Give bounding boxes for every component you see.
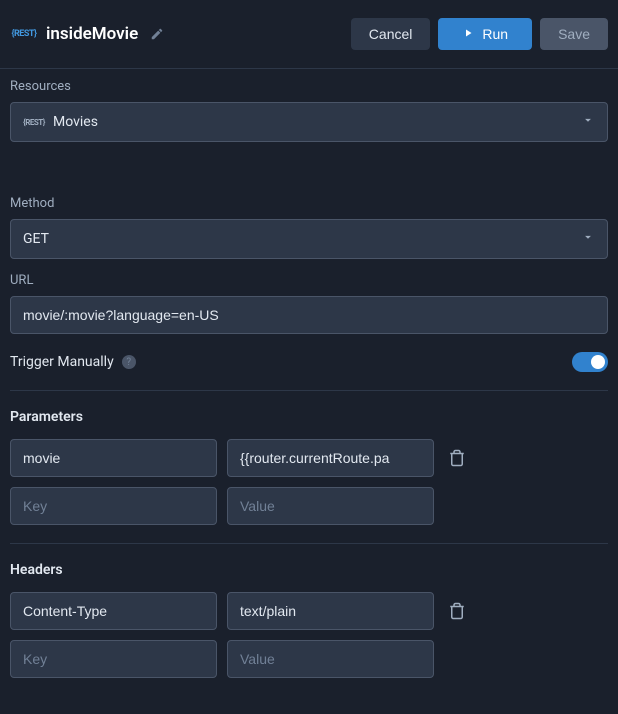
header-bar: {REST} insideMovie Cancel Run Save [0, 0, 618, 69]
header-actions: Cancel Run Save [351, 18, 608, 50]
help-icon[interactable]: ? [122, 355, 136, 369]
resources-selected-text: Movies [53, 114, 98, 130]
method-select[interactable]: GET [10, 219, 608, 259]
run-button[interactable]: Run [438, 18, 532, 50]
trigger-label: Trigger Manually [10, 354, 114, 370]
headers-title: Headers [10, 562, 608, 578]
save-button[interactable]: Save [540, 18, 608, 50]
header-value-input[interactable] [227, 592, 434, 630]
url-label: URL [10, 273, 608, 288]
trigger-row: Trigger Manually ? [10, 352, 608, 372]
parameters-title: Parameters [10, 409, 608, 425]
resources-select-value: {REST} Movies [23, 114, 98, 130]
divider [10, 543, 608, 544]
url-input[interactable] [10, 296, 608, 334]
method-selected-text: GET [23, 231, 49, 247]
url-field: URL [10, 273, 608, 334]
header-key-input[interactable] [10, 640, 217, 678]
cancel-button[interactable]: Cancel [351, 18, 431, 50]
trigger-toggle[interactable] [572, 352, 608, 372]
header-value-input[interactable] [227, 640, 434, 678]
resources-select[interactable]: {REST} Movies [10, 102, 608, 142]
run-label: Run [482, 26, 508, 42]
header-row-empty [10, 640, 608, 678]
method-label: Method [10, 196, 608, 211]
parameter-key-input[interactable] [10, 439, 217, 477]
resources-label: Resources [10, 79, 608, 94]
chevron-down-icon [581, 113, 595, 131]
rest-api-icon: {REST} [23, 114, 45, 130]
resources-field: Resources {REST} Movies [10, 79, 608, 142]
rest-api-icon: {REST} [10, 22, 38, 46]
delete-icon[interactable] [444, 445, 470, 471]
trigger-label-group: Trigger Manually ? [10, 354, 136, 370]
parameter-row [10, 439, 608, 477]
divider [10, 390, 608, 391]
toggle-knob [591, 355, 605, 369]
edit-icon[interactable] [150, 27, 164, 41]
header-left: {REST} insideMovie [10, 22, 164, 46]
delete-icon[interactable] [444, 598, 470, 624]
parameters-section: Parameters [10, 409, 608, 525]
chevron-down-icon [581, 230, 595, 248]
page-title: insideMovie [46, 24, 138, 44]
parameter-value-input[interactable] [227, 487, 434, 525]
parameter-value-input[interactable] [227, 439, 434, 477]
content-area: Resources {REST} Movies Method GET URL T… [0, 69, 618, 698]
method-field: Method GET [10, 196, 608, 259]
headers-section: Headers [10, 562, 608, 678]
header-key-input[interactable] [10, 592, 217, 630]
parameter-key-input[interactable] [10, 487, 217, 525]
header-row [10, 592, 608, 630]
parameter-row-empty [10, 487, 608, 525]
play-icon [462, 26, 474, 42]
